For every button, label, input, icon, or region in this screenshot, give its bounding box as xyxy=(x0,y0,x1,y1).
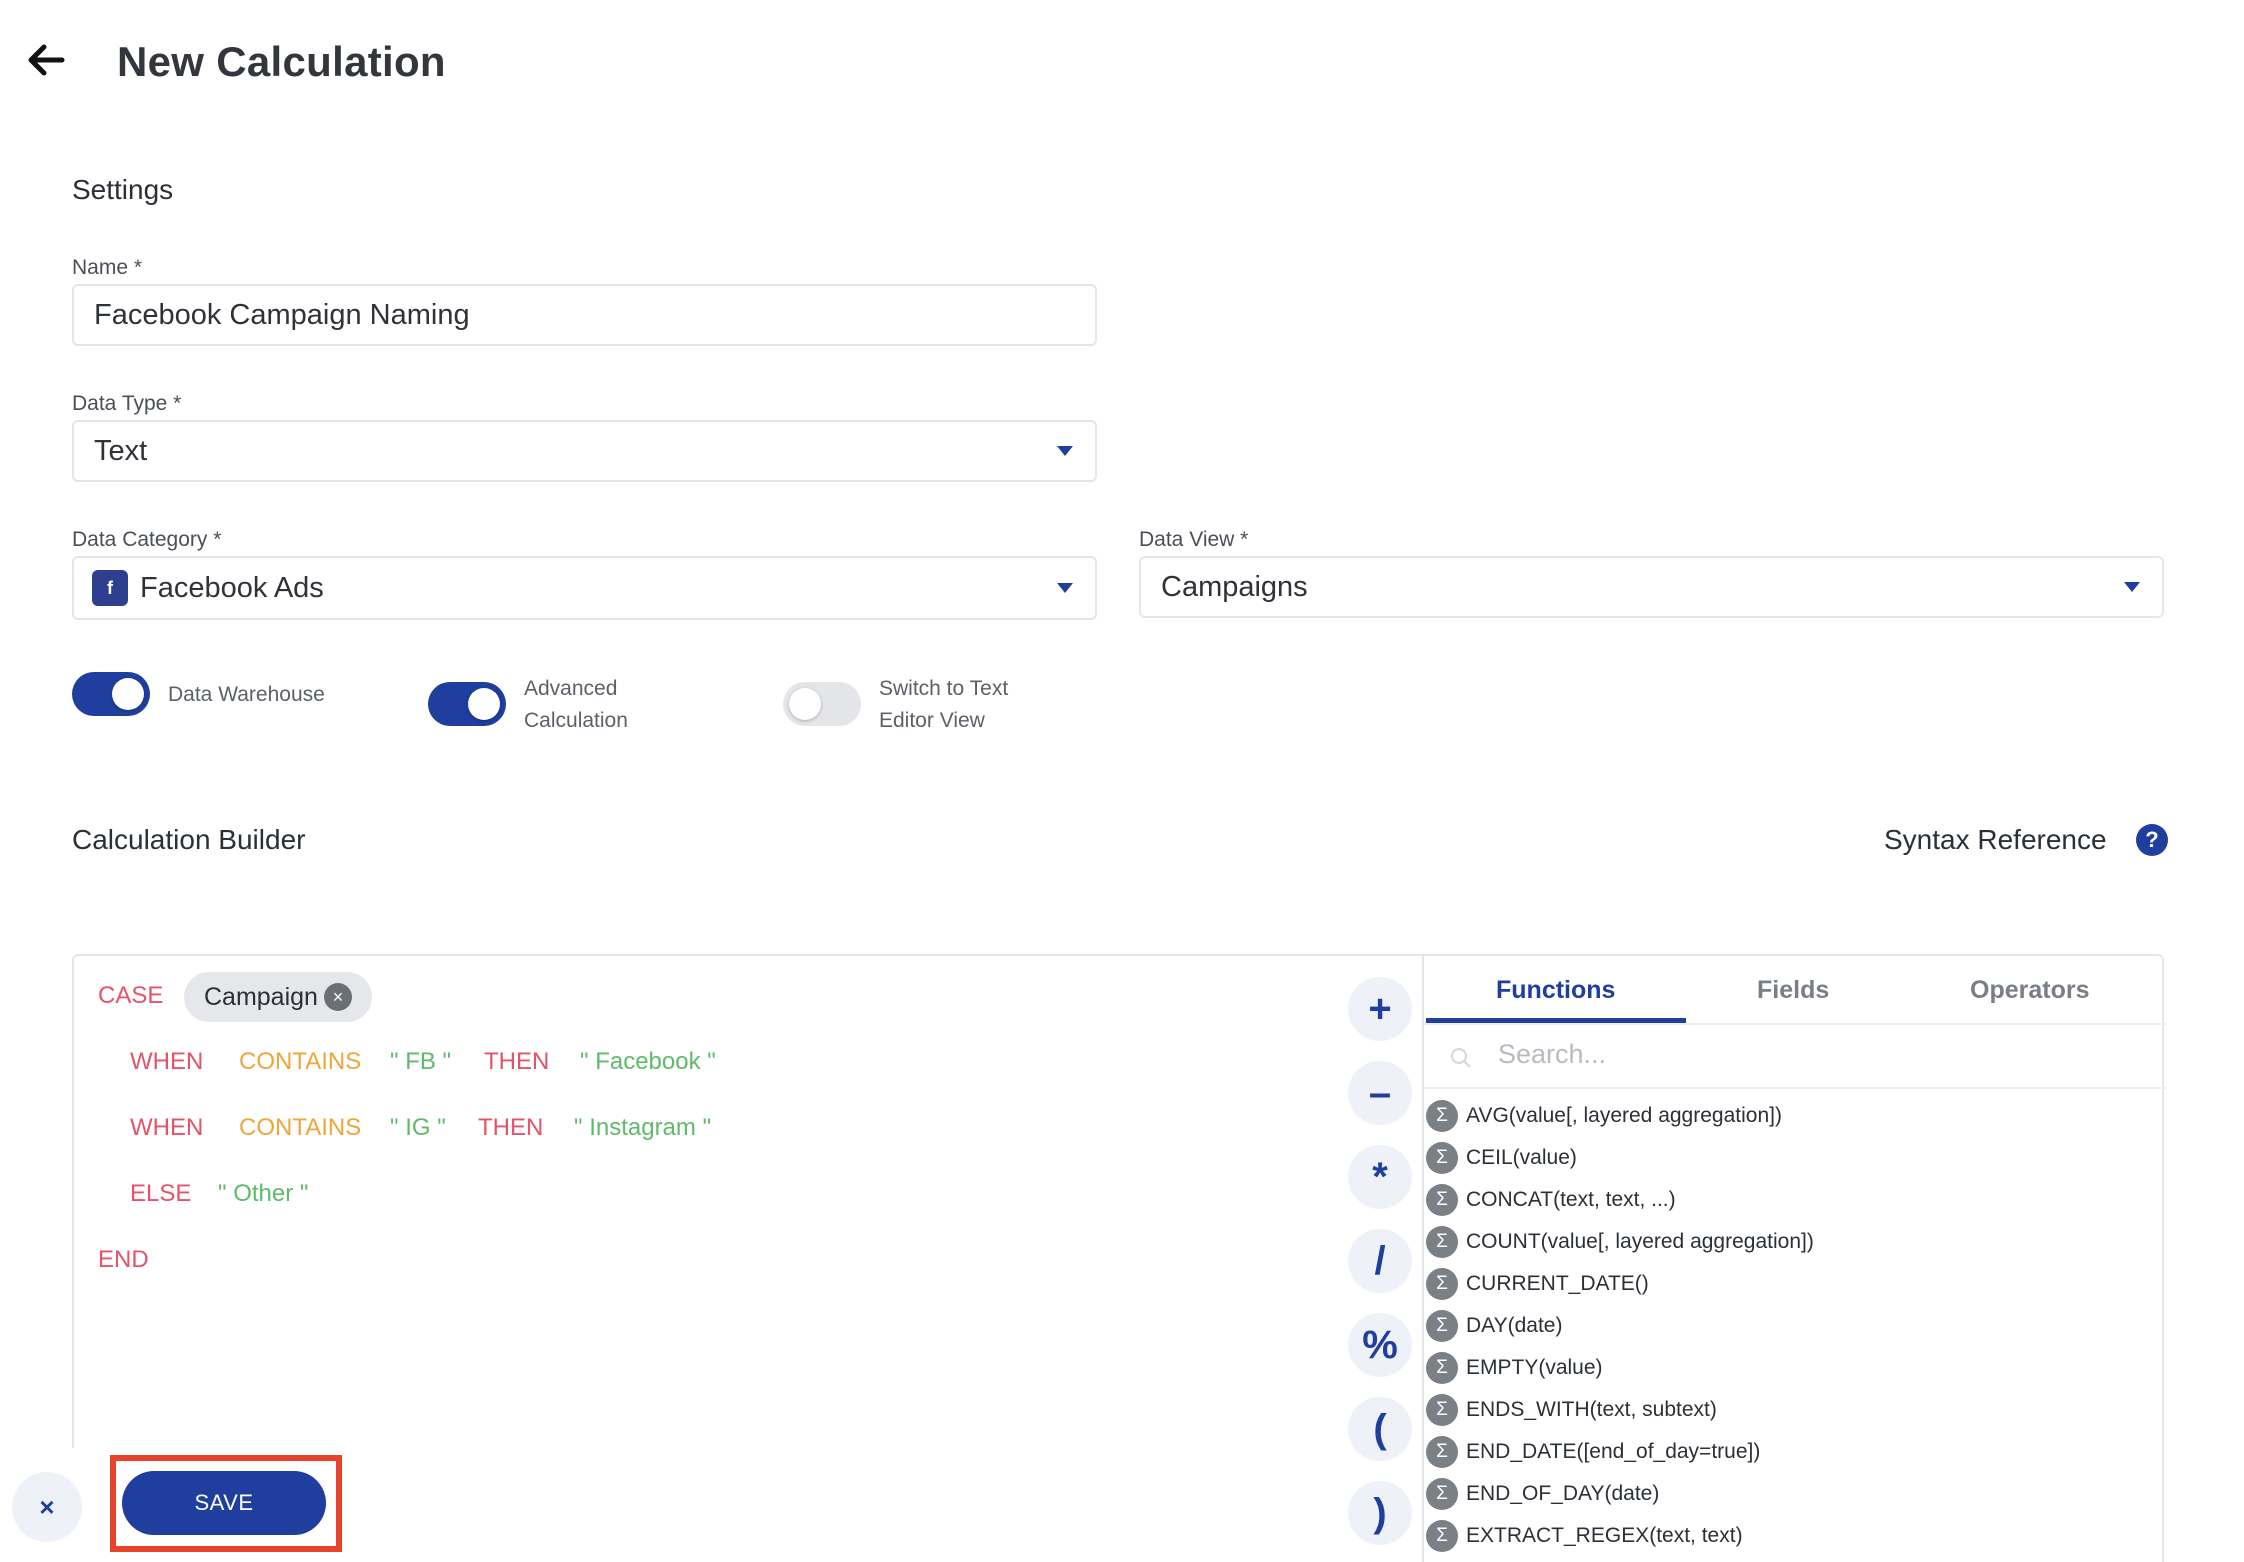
advanced-calculation-label: Advanced Calculation xyxy=(524,677,628,732)
sigma-icon: Σ xyxy=(1426,1478,1458,1510)
contains-function: CONTAINS xyxy=(239,1114,362,1141)
save-button[interactable]: SAVE xyxy=(122,1471,326,1535)
cancel-button[interactable]: × xyxy=(12,1472,82,1542)
case-keyword: CASE xyxy=(98,982,164,1009)
calculation-builder-title: Calculation Builder xyxy=(72,824,306,855)
sigma-icon: Σ xyxy=(1426,1226,1458,1258)
percent-operator-button[interactable]: % xyxy=(1348,1313,1412,1377)
end-keyword: END xyxy=(98,1246,149,1273)
data-view-select[interactable]: Campaigns xyxy=(1139,556,2164,618)
data-type-select[interactable]: Text xyxy=(72,420,1097,482)
search-icon xyxy=(1451,1048,1471,1068)
function-item[interactable]: Σ END_OF_DAY(date) xyxy=(1426,1474,1659,1514)
data-category-value: Facebook Ads xyxy=(140,571,324,604)
function-item[interactable]: Σ CONCAT(text, text, ...) xyxy=(1426,1180,1676,1220)
data-view-label: Data View * xyxy=(1139,528,1249,551)
sigma-icon: Σ xyxy=(1426,1184,1458,1216)
name-label: Name * xyxy=(72,256,143,279)
string-literal: " Other " xyxy=(218,1180,309,1207)
tab-operators[interactable]: Operators xyxy=(1970,976,2089,1005)
data-type-label: Data Type * xyxy=(72,392,182,415)
field-chip-campaign[interactable]: Campaign × xyxy=(184,972,372,1022)
function-item[interactable]: Σ ENDS_WITH(text, subtext) xyxy=(1426,1390,1717,1430)
page-title: New Calculation xyxy=(117,38,446,85)
reference-panel: Functions Fields Operators Search... Σ AV… xyxy=(1422,954,2166,1562)
sigma-icon: Σ xyxy=(1426,1310,1458,1342)
close-icon[interactable]: × xyxy=(323,983,352,1011)
settings-title: Settings xyxy=(72,174,174,205)
string-literal: " Facebook " xyxy=(580,1048,716,1075)
else-keyword: ELSE xyxy=(130,1180,192,1207)
multiply-operator-button[interactable]: * xyxy=(1348,1145,1412,1209)
caret-down-icon xyxy=(2124,582,2140,592)
minus-operator-button[interactable]: – xyxy=(1348,1061,1412,1125)
string-literal: " FB " xyxy=(390,1048,452,1075)
then-keyword: THEN xyxy=(478,1114,544,1141)
open-paren-button[interactable]: ( xyxy=(1348,1397,1412,1461)
then-keyword: THEN xyxy=(484,1048,550,1075)
sigma-icon: Σ xyxy=(1426,1100,1458,1132)
function-item[interactable]: Σ CEIL(value) xyxy=(1426,1138,1577,1178)
tab-fields[interactable]: Fields xyxy=(1757,976,1829,1005)
sigma-icon: Σ xyxy=(1426,1268,1458,1300)
help-icon[interactable]: ? xyxy=(2136,824,2168,856)
name-input-value: Facebook Campaign Naming xyxy=(94,298,470,331)
name-input[interactable]: Facebook Campaign Naming xyxy=(72,284,1097,346)
caret-down-icon xyxy=(1057,583,1073,593)
function-item[interactable]: Σ END_DATE([end_of_day=true]) xyxy=(1426,1432,1760,1472)
function-item[interactable]: Σ EMPTY(value) xyxy=(1426,1348,1603,1388)
search-placeholder: Search... xyxy=(1498,1039,1607,1069)
close-paren-button[interactable]: ) xyxy=(1348,1481,1412,1545)
facebook-ads-logo-icon: f xyxy=(92,570,128,606)
divide-operator-button[interactable]: / xyxy=(1348,1229,1412,1293)
contains-function: CONTAINS xyxy=(239,1048,362,1075)
data-type-value: Text xyxy=(94,434,148,467)
sigma-icon: Σ xyxy=(1426,1436,1458,1468)
function-item[interactable]: Σ EXTRACT_REGEX(text, text) xyxy=(1426,1516,1743,1556)
string-literal: " IG " xyxy=(390,1114,446,1141)
field-chip-label: Campaign xyxy=(204,982,318,1011)
tab-functions[interactable]: Functions xyxy=(1496,976,1615,1005)
sigma-icon: Σ xyxy=(1426,1142,1458,1174)
data-category-select[interactable]: f Facebook Ads xyxy=(72,556,1097,620)
advanced-calculation-toggle[interactable] xyxy=(428,682,506,726)
sigma-icon: Σ xyxy=(1426,1352,1458,1384)
when-keyword: WHEN xyxy=(130,1048,204,1075)
caret-down-icon xyxy=(1057,446,1073,456)
function-item[interactable]: Σ AVG(value[, layered aggregation]) xyxy=(1426,1096,1782,1136)
function-search-input[interactable]: Search... xyxy=(1424,1025,2166,1089)
data-view-value: Campaigns xyxy=(1161,570,1308,603)
data-category-label: Data Category * xyxy=(72,528,222,551)
data-warehouse-label: Data Warehouse xyxy=(168,683,325,706)
when-keyword: WHEN xyxy=(130,1114,204,1141)
text-editor-view-label: Switch to Text Editor View xyxy=(879,677,1009,732)
text-editor-view-toggle[interactable] xyxy=(783,682,861,726)
active-tab-indicator xyxy=(1426,1018,1686,1023)
plus-operator-button[interactable]: + xyxy=(1348,977,1412,1041)
function-item[interactable]: Σ COUNT(value[, layered aggregation]) xyxy=(1426,1222,1814,1262)
function-item[interactable]: Σ DAY(date) xyxy=(1426,1306,1562,1346)
back-arrow-icon[interactable] xyxy=(22,35,72,85)
syntax-reference-link[interactable]: Syntax Reference xyxy=(1884,824,2107,856)
string-literal: " Instagram " xyxy=(574,1114,712,1141)
function-item[interactable]: Σ CURRENT_DATE() xyxy=(1426,1264,1649,1304)
sigma-icon: Σ xyxy=(1426,1394,1458,1426)
sigma-icon: Σ xyxy=(1426,1520,1458,1552)
data-warehouse-toggle[interactable] xyxy=(72,672,150,716)
